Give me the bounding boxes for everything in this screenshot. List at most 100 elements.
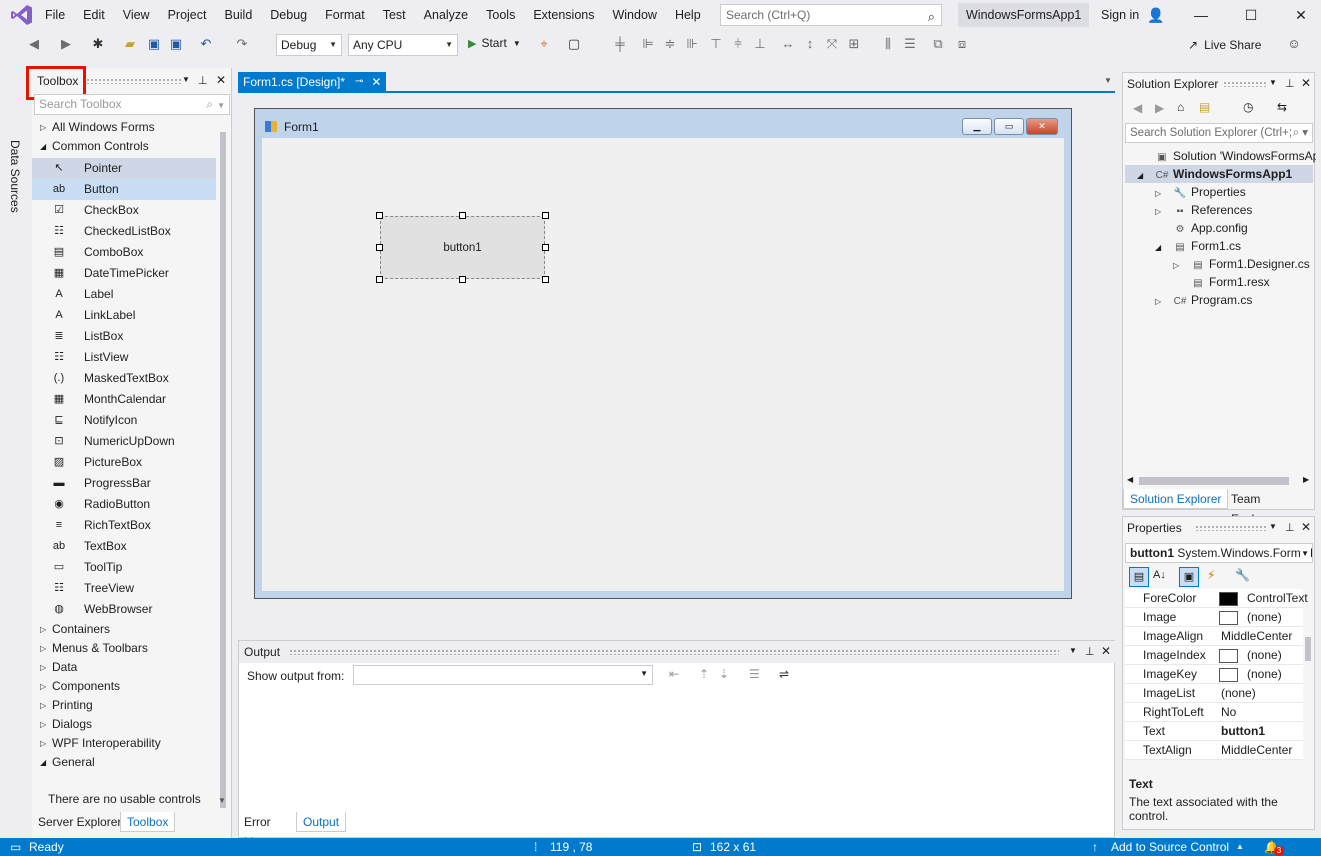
collapsed-chevron-icon[interactable]: ▷ — [1155, 293, 1167, 311]
menu-extensions[interactable]: Extensions — [524, 0, 603, 30]
chevron-down-icon[interactable]: ▼ — [1104, 76, 1112, 85]
property-row[interactable]: ImageList (none) — [1125, 684, 1303, 703]
minimize-icon[interactable]: — — [1176, 0, 1226, 30]
pin-icon[interactable]: ⊥ — [198, 74, 208, 87]
toolbox-item[interactable]: (.) MaskedTextBox — [32, 368, 216, 389]
bring-to-front-icon[interactable]: ⧉ — [930, 36, 946, 52]
tree-node[interactable]: ▷ C# Program.cs — [1155, 291, 1252, 309]
horizontal-spacing-icon[interactable]: ⫼ — [880, 36, 896, 52]
tab-team-explorer[interactable]: Team Explorer — [1225, 489, 1314, 526]
toolbox-item[interactable]: ↖ Pointer — [32, 158, 216, 179]
navigate-forward-icon[interactable]: ▶ — [58, 36, 74, 52]
tab-form1-design[interactable]: Form1.cs [Design]* ⊸ ✕ — [238, 72, 386, 92]
tab-server-explorer[interactable]: Server Explorer — [32, 812, 127, 832]
send-to-back-icon[interactable]: ⧈ — [954, 36, 970, 52]
toolbox-group[interactable]: ▷ Data — [32, 658, 216, 677]
quick-search-input[interactable]: Search (Ctrl+Q) ⌕ — [720, 4, 942, 26]
property-value[interactable]: button1 — [1221, 722, 1265, 741]
scroll-right-icon[interactable]: ▶ — [1303, 475, 1309, 484]
menu-format[interactable]: Format — [316, 0, 374, 30]
close-icon[interactable]: ✕ — [216, 73, 226, 87]
redo-icon[interactable]: ↷ — [234, 36, 250, 52]
save-all-icon[interactable]: ▣ — [168, 36, 184, 52]
visual-studio-logo-icon[interactable] — [10, 4, 34, 26]
toolbox-item[interactable]: ☷ TreeView — [32, 578, 216, 599]
size-to-grid-icon[interactable]: ⤧ — [824, 36, 840, 52]
new-project-icon[interactable]: ✱ — [90, 36, 106, 52]
toolbox-group[interactable]: ▷ Printing — [32, 696, 216, 715]
tree-node[interactable]: ⚙ App.config — [1155, 219, 1248, 237]
arrow-up-icon[interactable]: ↑ — [1092, 838, 1098, 856]
pending-changes-icon[interactable]: ◷ — [1243, 100, 1253, 114]
go-to-message-icon[interactable]: ⇤ — [669, 667, 679, 681]
toolbox-item[interactable]: ▤ ComboBox — [32, 242, 216, 263]
output-source-select[interactable]: ▼ — [353, 665, 653, 685]
toolbox-item[interactable]: ≡ RichTextBox — [32, 515, 216, 536]
chevron-down-icon[interactable]: ▼ — [182, 75, 190, 84]
property-row[interactable]: ForeColor ControlText — [1125, 589, 1308, 608]
align-lefts-icon[interactable]: ⊫ — [640, 36, 656, 52]
platform-select[interactable]: Any CPU ▼ — [348, 34, 458, 56]
toolbox-group[interactable]: ▷ All Windows Forms — [32, 118, 216, 137]
events-icon[interactable]: ⚡ — [1207, 568, 1215, 582]
toolbox-item[interactable]: ▨ PictureBox — [32, 452, 216, 473]
toolbox-item[interactable]: ▭ ToolTip — [32, 557, 216, 578]
property-row[interactable]: ImageIndex (none) — [1125, 646, 1303, 665]
toolbox-item[interactable]: ▬ ProgressBar — [32, 473, 216, 494]
properties-object-select[interactable]: button1 System.Windows.Forms.Button ▼ — [1125, 543, 1313, 563]
toolbox-group[interactable]: ▷ Menus & Toolbars — [32, 639, 216, 658]
properties-icon[interactable]: ▣ — [1179, 567, 1199, 587]
menu-edit[interactable]: Edit — [74, 0, 114, 30]
home-icon[interactable]: ⌂ — [1177, 100, 1184, 114]
sync-icon[interactable]: ⇆ — [1277, 100, 1287, 114]
toolbox-group[interactable]: ◢ Common Controls — [32, 137, 216, 156]
menu-window[interactable]: Window — [603, 0, 665, 30]
resize-handle[interactable] — [542, 212, 549, 219]
expanded-chevron-icon[interactable]: ◢ — [1137, 167, 1149, 185]
navigate-back-icon[interactable]: ◀ — [26, 36, 42, 52]
resize-handle[interactable] — [376, 276, 383, 283]
align-bottoms-icon[interactable]: ⊥ — [752, 36, 768, 52]
menu-project[interactable]: Project — [159, 0, 216, 30]
align-tops-icon[interactable]: ⊤ — [708, 36, 724, 52]
toolbox-group[interactable]: ▷ Containers — [32, 620, 216, 639]
back-icon[interactable]: ◀ — [1133, 101, 1142, 115]
tree-node[interactable]: ◢ ▤ Form1.cs — [1155, 237, 1241, 255]
toolbox-group[interactable]: ▷ WPF Interoperability — [32, 734, 216, 753]
property-pages-icon[interactable]: 🔧 — [1235, 568, 1250, 582]
toolbox-item[interactable]: ab Button — [32, 179, 216, 200]
align-grid-icon[interactable]: ╪ — [612, 36, 628, 52]
live-share-button[interactable]: ↗ Live Share — [1188, 38, 1261, 52]
toolbox-item[interactable]: A Label — [32, 284, 216, 305]
property-value[interactable]: MiddleCenter — [1221, 627, 1292, 646]
property-scroll-thumb[interactable] — [1305, 637, 1311, 661]
toolbox-item[interactable]: ◉ RadioButton — [32, 494, 216, 515]
chevron-up-icon[interactable]: ▲ — [1236, 838, 1244, 856]
toolbox-item[interactable]: ▦ MonthCalendar — [32, 389, 216, 410]
alphabetical-icon[interactable]: A↓ — [1153, 569, 1166, 581]
close-icon[interactable]: ✕ — [1101, 644, 1111, 658]
close-icon[interactable]: ✕ — [1301, 76, 1311, 90]
tree-node[interactable]: ▣Solution 'WindowsFormsApp1' — [1137, 147, 1316, 165]
data-sources-tab[interactable]: Data Sources — [8, 140, 22, 213]
toolbox-item[interactable]: ☷ CheckedListBox — [32, 221, 216, 242]
resize-handle[interactable] — [459, 276, 466, 283]
menu-tools[interactable]: Tools — [477, 0, 524, 30]
tab-toolbox[interactable]: Toolbox — [120, 812, 176, 832]
make-same-width-icon[interactable]: ↔ — [780, 36, 796, 52]
categorized-icon[interactable]: ▤ — [1129, 567, 1149, 587]
property-row[interactable]: TextAlign MiddleCenter — [1125, 741, 1303, 760]
undo-icon[interactable]: ↶ — [198, 36, 214, 52]
tab-error-list[interactable]: Error List — [238, 812, 277, 849]
resize-handle[interactable] — [459, 212, 466, 219]
resize-handle[interactable] — [542, 276, 549, 283]
save-icon[interactable]: ▣ — [146, 36, 162, 52]
expanded-chevron-icon[interactable]: ◢ — [1155, 239, 1167, 257]
property-value[interactable]: (none) — [1247, 665, 1282, 684]
toolbox-search-input[interactable]: Search Toolbox ⌕ ▼ — [34, 94, 230, 115]
property-row[interactable]: Text button1 — [1125, 722, 1303, 741]
toolbox-scroll-thumb[interactable] — [220, 132, 226, 808]
button1-control[interactable]: button1 — [380, 216, 545, 279]
chevron-down-icon[interactable]: ▼ — [1069, 646, 1077, 655]
tab-solution-explorer[interactable]: Solution Explorer — [1123, 489, 1229, 509]
